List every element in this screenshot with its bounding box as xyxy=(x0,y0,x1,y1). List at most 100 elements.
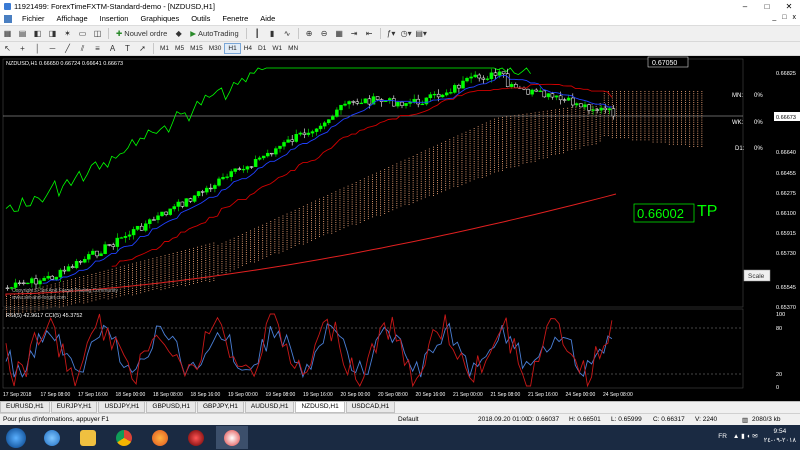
start-button[interactable] xyxy=(6,427,26,448)
taskbar-app[interactable] xyxy=(180,426,212,449)
periods-icon[interactable]: ◷▾ xyxy=(400,27,413,40)
cloud-dot xyxy=(469,180,471,182)
horizontal-line-icon[interactable]: ─ xyxy=(46,42,59,55)
menu-fenetre[interactable]: Fenetre xyxy=(216,14,254,23)
timeframe-mn[interactable]: MN xyxy=(285,43,301,54)
maximize-button[interactable]: □ xyxy=(756,0,778,12)
mdi-restore-button[interactable]: □ xyxy=(782,14,786,21)
label-icon[interactable]: T xyxy=(121,42,134,55)
cloud-dot xyxy=(355,223,357,225)
timeframe-w1[interactable]: W1 xyxy=(269,43,285,54)
menu-insertion[interactable]: Insertion xyxy=(94,14,135,23)
minimize-button[interactable]: – xyxy=(734,0,756,12)
cursor-icon[interactable]: ↖ xyxy=(1,42,14,55)
tray-icons[interactable]: ▲ ▮ ◖ ✉ xyxy=(733,432,758,440)
cloud-dot xyxy=(648,117,650,119)
cloud-dot xyxy=(278,252,280,254)
cloud-dot xyxy=(42,302,44,303)
new-chart-icon[interactable]: ▦ xyxy=(1,27,14,40)
menu-affichage[interactable]: Affichage xyxy=(51,14,94,23)
cloud-dot xyxy=(567,125,569,127)
zoom-out-icon[interactable]: ⊖ xyxy=(318,27,331,40)
menu-graphiques[interactable]: Graphiques xyxy=(134,14,185,23)
templates-icon[interactable]: ▤▾ xyxy=(415,27,428,40)
cloud-dot xyxy=(514,117,516,119)
close-button[interactable]: ✕ xyxy=(778,0,800,12)
taskbar-chrome[interactable] xyxy=(108,426,140,449)
tab-usdcad[interactable]: USDCAD,H1 xyxy=(345,402,396,413)
tab-audusd[interactable]: AUDUSD,H1 xyxy=(244,402,295,413)
clock[interactable]: 9:54 ٢٠١٨-٠٩-٢٤ xyxy=(764,427,796,445)
cloud-dot xyxy=(607,132,609,134)
cloud-dot xyxy=(140,290,142,291)
cloud-dot xyxy=(184,258,186,260)
tab-eurusd[interactable]: EURUSD,H1 xyxy=(0,402,50,413)
arrows-icon[interactable]: ➚ xyxy=(136,42,149,55)
indicators-icon[interactable]: ƒ▾ xyxy=(385,27,398,40)
mdi-minimize-button[interactable]: _ xyxy=(772,14,776,21)
timeframe-m5[interactable]: M5 xyxy=(172,43,187,54)
cloud-dot xyxy=(461,133,463,135)
candlestick-icon[interactable]: ▮ xyxy=(266,27,279,40)
taskbar-firefox[interactable] xyxy=(144,426,176,449)
timeframe-m30[interactable]: M30 xyxy=(206,43,225,54)
fibonacci-icon[interactable]: ≡ xyxy=(91,42,104,55)
timeframe-d1[interactable]: D1 xyxy=(255,43,269,54)
cloud-dot xyxy=(311,235,312,237)
cloud-dot xyxy=(689,113,691,114)
data-window-icon[interactable]: ◨ xyxy=(46,27,59,40)
tab-nzdusd[interactable]: NZDUSD,H1 xyxy=(295,402,345,413)
tile-windows-icon[interactable]: ▦ xyxy=(333,27,346,40)
text-icon[interactable]: A xyxy=(106,42,119,55)
trendline-icon[interactable]: ╱ xyxy=(61,42,74,55)
cloud-dot xyxy=(624,95,625,97)
cloud-dot xyxy=(245,232,247,234)
menu-aide[interactable]: Aide xyxy=(254,14,281,23)
price-chart[interactable]: NZDUSD,H1 0.66650 0.66724 0.66641 0.6667… xyxy=(0,56,800,401)
metaeditor-icon[interactable]: ◆ xyxy=(172,27,185,40)
timeframe-h4[interactable]: H4 xyxy=(241,43,255,54)
bar-chart-icon[interactable]: ┃ xyxy=(251,27,264,40)
autotrading-button[interactable]: ▶ AutoTrading xyxy=(187,27,241,40)
taskbar-explorer[interactable] xyxy=(72,426,104,449)
channel-icon[interactable]: ⫽ xyxy=(76,42,89,55)
cloud-dot xyxy=(677,141,678,143)
tester-icon[interactable]: ◫ xyxy=(91,27,104,40)
chart-window[interactable]: NZDUSD,H1 0.66650 0.66724 0.66641 0.6667… xyxy=(0,56,800,401)
profiles-icon[interactable]: ▤ xyxy=(16,27,29,40)
cloud-dot xyxy=(656,128,658,130)
timeframe-h1[interactable]: H1 xyxy=(224,43,241,54)
tab-gbpjpy[interactable]: GBPJPY,H1 xyxy=(196,402,244,413)
taskbar-metatrader[interactable] xyxy=(216,426,248,449)
terminal-icon[interactable]: ▭ xyxy=(76,27,89,40)
cloud-dot xyxy=(315,222,316,224)
menu-fichier[interactable]: Fichier xyxy=(16,14,51,23)
cloud-dot xyxy=(416,200,418,202)
language-indicator[interactable]: FR xyxy=(718,433,727,440)
taskbar-ie[interactable] xyxy=(36,426,68,449)
line-chart-icon[interactable]: ∿ xyxy=(281,27,294,40)
navigator-icon[interactable]: ✶ xyxy=(61,27,74,40)
market-watch-icon[interactable]: ◧ xyxy=(31,27,44,40)
menu-outils[interactable]: Outils xyxy=(185,14,216,23)
zoom-in-icon[interactable]: ⊕ xyxy=(303,27,316,40)
cloud-dot xyxy=(538,127,540,129)
mdi-close-button[interactable]: x xyxy=(793,14,797,21)
cloud-dot xyxy=(367,187,369,189)
chart-shift-icon[interactable]: ⇤ xyxy=(363,27,376,40)
cloud-dot xyxy=(428,150,430,152)
tab-eurjpy[interactable]: EURJPY,H1 xyxy=(50,402,98,413)
cloud-dot xyxy=(636,126,638,128)
cloud-dot xyxy=(254,239,255,241)
timeframe-m15[interactable]: M15 xyxy=(187,43,206,54)
auto-scroll-icon[interactable]: ⇥ xyxy=(348,27,361,40)
cloud-dot xyxy=(416,154,418,155)
new-order-button[interactable]: ✚ Nouvel ordre xyxy=(113,27,170,40)
crosshair-icon[interactable]: + xyxy=(16,42,29,55)
tab-usdjpy[interactable]: USDJPY,H1 xyxy=(98,402,146,413)
tab-gbpusd[interactable]: GBPUSD,H1 xyxy=(146,402,196,413)
scale-button[interactable]: Scale xyxy=(748,273,765,280)
vertical-line-icon[interactable]: │ xyxy=(31,42,44,55)
timeframe-m1[interactable]: M1 xyxy=(157,43,172,54)
cloud-dot xyxy=(685,102,686,103)
